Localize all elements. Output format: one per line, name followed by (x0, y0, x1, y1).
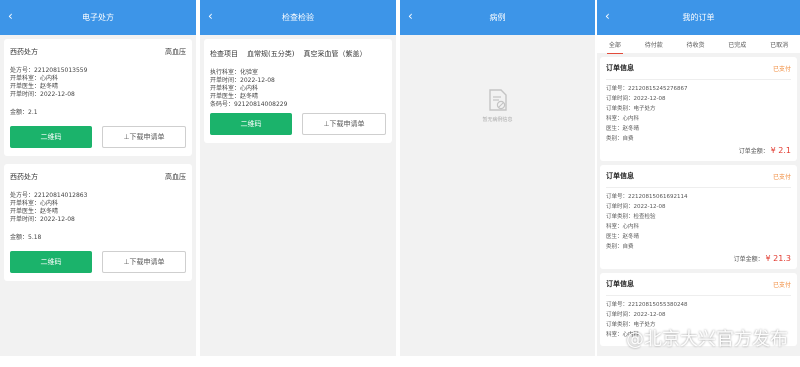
order-title: 订单信息 (606, 172, 634, 180)
back-arrow-icon[interactable]: ‹ (408, 10, 413, 22)
prescription-card: 西药处方 高血压 处方号：22120814012863 开单科室：心内科 开单医… (4, 164, 192, 281)
order-status: 已支付 (772, 173, 791, 181)
download-form-button[interactable]: ⊥下载申请单 (102, 251, 186, 273)
order-title: 订单信息 (606, 64, 634, 72)
doctor: 医生：赵冬晴 (606, 126, 640, 132)
page-title: 我的订单 (682, 13, 715, 22)
prescription-name: 西药处方 (10, 48, 38, 56)
order-time: 订单时间：2022-12-08 (606, 96, 666, 102)
exam-card: 检查项目 血常规(五分类) 真空采血管（紫盖） 执行科室：化验室 开单时间：20… (204, 39, 392, 143)
department: 开单科室：心内科 (210, 85, 259, 92)
barcode-no: 条码号：92120814008229 (210, 101, 288, 108)
prescription-no: 处方号：22120815013559 (10, 67, 88, 74)
exam-panel: ‹ 检查检验 检查项目 血常规(五分类) 真空采血管（紫盖） 执行科室：化验室 … (200, 0, 396, 356)
order-total-label: 订单金额： (738, 148, 769, 155)
tab-pending-receipt[interactable]: 待收货 (684, 40, 706, 49)
prescription-name: 西药处方 (10, 173, 38, 181)
payment-category: 类别：自费 (606, 136, 634, 142)
tab-cancelled[interactable]: 已取消 (768, 40, 790, 49)
order-total-value: ¥ 2.1 (770, 146, 791, 155)
qr-code-button[interactable]: 二维码 (210, 113, 292, 135)
order-time: 订单时间：2022-12-08 (606, 204, 666, 210)
download-form-button[interactable]: ⊥下载申请单 (102, 126, 186, 148)
date: 开单时间：2022-12-08 (210, 77, 275, 84)
empty-document-icon (488, 89, 507, 111)
order-no: 订单号：22120815055380248 (606, 302, 688, 308)
prescription-panel: ‹ 电子处方 西药处方 高血压 处方号：22120815013559 开单科室：… (0, 0, 196, 356)
doctor: 医生：赵冬晴 (606, 234, 640, 240)
doctor: 开单医生：赵冬晴 (210, 93, 259, 100)
order-status: 已支付 (772, 281, 791, 289)
header: ‹ 电子处方 (0, 0, 196, 35)
payment-category: 类别：自费 (606, 244, 634, 250)
diagnosis: 高血压 (165, 48, 186, 56)
prescription-no: 处方号：22120814012863 (10, 192, 88, 199)
order-total: 订单金额： ¥ 2.1 (606, 146, 791, 155)
exam-item-label: 检查项目 (210, 50, 238, 58)
order-no: 订单号：22120815245276867 (606, 86, 688, 92)
amount: 金额：5.18 (10, 234, 42, 241)
order-total-value: ¥ 21.3 (765, 254, 791, 263)
date: 开单时间：2022-12-08 (10, 91, 75, 98)
exam-item: 血常规(五分类) (247, 50, 295, 58)
header: ‹ 我的订单 (597, 0, 800, 35)
department: 开单科室：心内科 (10, 200, 59, 207)
doctor: 开单医生：赵冬晴 (10, 83, 59, 90)
qr-code-button[interactable]: 二维码 (10, 126, 92, 148)
orders-panel: ‹ 我的订单 全部 待付款 待收货 已完成 已取消 订单信息 已支付 订单号：2… (597, 0, 800, 356)
qr-code-button[interactable]: 二维码 (10, 251, 92, 273)
amount: 金额：2.1 (10, 109, 38, 116)
order-total-label: 订单金额： (733, 256, 764, 263)
order-total: 订单金额： ¥ 21.3 (606, 254, 791, 263)
watermark: @北京大兴官方发布 (626, 329, 788, 350)
page-title: 检查检验 (282, 13, 314, 22)
department: 科室：心内科 (606, 116, 640, 122)
order-card[interactable]: 订单信息 已支付 订单号：22120815061692114 订单时间：2022… (600, 165, 797, 269)
exam-item: 真空采血管（紫盖） (303, 50, 367, 58)
back-arrow-icon[interactable]: ‹ (8, 10, 13, 22)
order-time: 订单时间：2022-12-08 (606, 312, 666, 318)
order-status: 已支付 (772, 65, 791, 73)
page-title: 电子处方 (82, 13, 114, 22)
tab-all[interactable]: 全部 (606, 40, 623, 54)
page-title: 病例 (489, 13, 506, 22)
order-title: 订单信息 (606, 280, 634, 288)
empty-state: 暂无病例信息 (400, 88, 595, 123)
date: 开单时间：2022-12-08 (10, 216, 75, 223)
download-form-button[interactable]: ⊥下载申请单 (302, 113, 386, 135)
empty-text: 暂无病例信息 (482, 117, 513, 123)
header: ‹ 病例 (400, 0, 595, 35)
back-arrow-icon[interactable]: ‹ (208, 10, 213, 22)
case-panel: ‹ 病例 暂无病例信息 (400, 0, 595, 356)
header: ‹ 检查检验 (200, 0, 396, 35)
back-arrow-icon[interactable]: ‹ (605, 10, 610, 22)
prescription-card: 西药处方 高血压 处方号：22120815013559 开单科室：心内科 开单医… (4, 39, 192, 156)
diagnosis: 高血压 (165, 173, 186, 181)
order-type: 订单类别：电子处方 (606, 106, 656, 112)
order-no: 订单号：22120815061692114 (606, 194, 688, 200)
order-card[interactable]: 订单信息 已支付 订单号：22120815245276867 订单时间：2022… (600, 57, 797, 161)
department: 科室：心内科 (606, 224, 640, 230)
tab-completed[interactable]: 已完成 (726, 40, 748, 49)
tab-pending-payment[interactable]: 待付款 (643, 40, 665, 49)
department: 开单科室：心内科 (10, 75, 59, 82)
doctor: 开单医生：赵冬晴 (10, 208, 59, 215)
exec-department: 执行科室：化验室 (210, 69, 259, 76)
order-tabs: 全部 待付款 待收货 已完成 已取消 (597, 35, 800, 54)
order-type: 订单类别：检查检验 (606, 214, 656, 220)
